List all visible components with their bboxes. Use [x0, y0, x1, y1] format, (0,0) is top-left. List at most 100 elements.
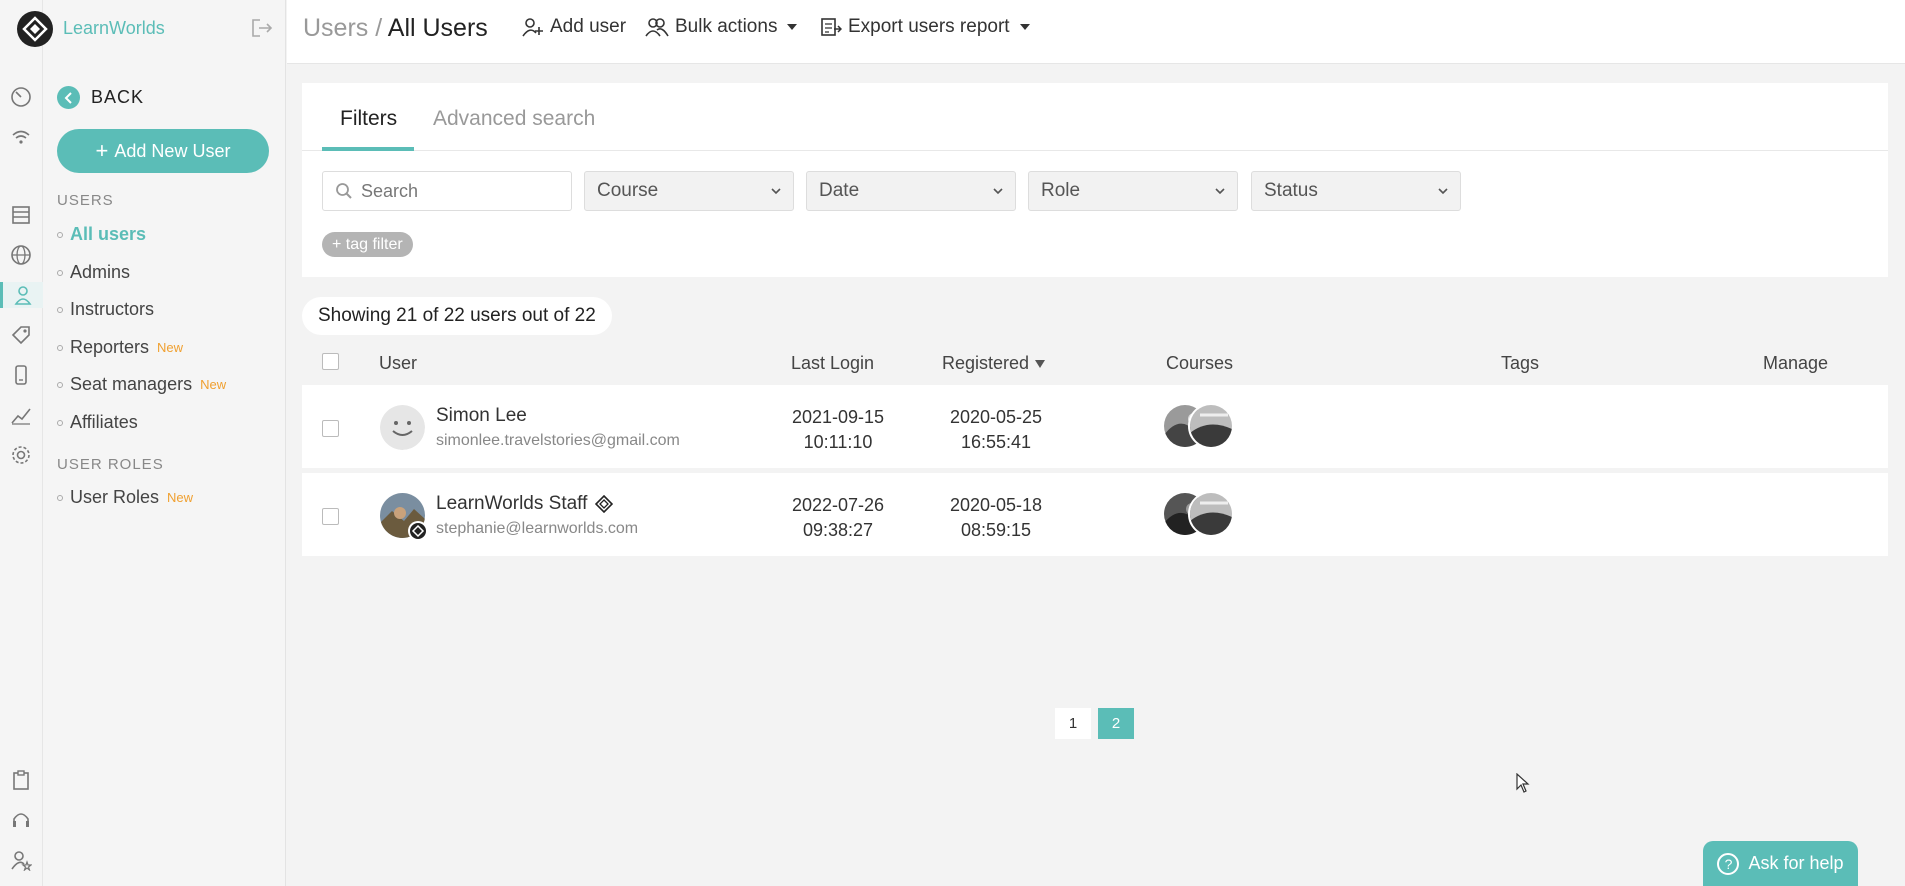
status-filter-label: Status	[1264, 180, 1318, 201]
breadcrumb: Users / All Users	[303, 14, 488, 43]
icon-rail	[0, 0, 43, 886]
users-icon[interactable]	[0, 282, 43, 308]
sidebar-item-label: Admins	[70, 262, 131, 282]
sidebar-item-seat-managers[interactable]: Seat managers New	[57, 374, 226, 395]
avatar[interactable]	[380, 405, 425, 450]
content-icon[interactable]	[8, 202, 34, 228]
search-input[interactable]	[361, 180, 551, 202]
tag-icon[interactable]	[8, 322, 34, 348]
mobile-icon[interactable]	[8, 362, 34, 388]
status-filter-select[interactable]: Status	[1251, 171, 1461, 211]
logout-icon[interactable]	[251, 18, 273, 43]
checkbox-box	[322, 353, 339, 370]
bullet-icon	[57, 494, 63, 501]
add-new-user-label: Add New User	[114, 140, 231, 161]
date-filter-select[interactable]: Date	[806, 171, 1016, 211]
last-login-time: 09:38:27	[802, 520, 874, 540]
section-users-heading: USERS	[57, 192, 114, 209]
export-users-report-button[interactable]: Export users report	[820, 16, 1030, 38]
sidebar-item-user-roles[interactable]: User Roles New	[57, 487, 193, 508]
course-thumbnails[interactable]	[1162, 403, 1242, 451]
bullet-icon	[57, 269, 63, 276]
course-thumbnail[interactable]	[1188, 491, 1234, 537]
chevron-down-icon	[771, 187, 781, 194]
column-registered-label: Registered	[942, 353, 1030, 373]
row-checkbox[interactable]	[322, 508, 339, 525]
column-user[interactable]: User	[379, 353, 417, 374]
column-registered[interactable]: Registered	[942, 353, 1046, 374]
user-name[interactable]: LearnWorlds Staff	[436, 493, 587, 515]
export-users-report-label: Export users report	[848, 16, 1010, 37]
bullet-icon	[57, 344, 63, 351]
sidebar-item-label: Seat managers	[70, 374, 193, 394]
brand-name: LearnWorlds	[63, 18, 165, 38]
analytics-icon[interactable]	[8, 402, 34, 428]
sidebar-item-instructors[interactable]: Instructors	[57, 299, 154, 320]
tab-advanced-search[interactable]: Advanced search	[433, 107, 595, 131]
chevron-down-icon	[1215, 187, 1225, 194]
results-summary: Showing 21 of 22 users out of 22	[302, 297, 612, 335]
user-name-wrapper[interactable]: LearnWorlds Staff	[436, 493, 614, 515]
new-badge: New	[167, 490, 194, 505]
sidebar-item-admins[interactable]: Admins	[57, 262, 130, 283]
registered: 2020-05-25 16:55:41	[936, 405, 1056, 455]
search-icon	[336, 183, 352, 199]
users-table-header: User Last Login Registered Courses Tags …	[302, 344, 1888, 380]
dashboard-icon[interactable]	[8, 84, 34, 110]
bulk-actions-button[interactable]: Bulk actions	[645, 16, 798, 38]
select-all-checkbox[interactable]	[322, 353, 339, 370]
page-2-button[interactable]: 2	[1098, 708, 1134, 739]
table-row[interactable]: Simon Lee simonlee.travelstories@gmail.c…	[302, 385, 1888, 468]
sidebar-item-label: User Roles	[70, 487, 160, 507]
globe-icon[interactable]	[8, 242, 34, 268]
settings-icon[interactable]	[8, 442, 34, 468]
help-question-icon: ?	[1717, 852, 1740, 875]
last-login-date: 2022-07-26	[791, 495, 885, 515]
ask-for-help-button[interactable]: ? Ask for help	[1703, 841, 1858, 886]
bullet-icon	[57, 381, 63, 388]
user-star-icon[interactable]	[8, 847, 34, 873]
back-label: BACK	[91, 87, 145, 107]
wifi-icon[interactable]	[8, 124, 34, 150]
column-last-login[interactable]: Last Login	[791, 353, 874, 374]
support-icon[interactable]	[8, 807, 34, 833]
staff-badge-icon	[408, 521, 428, 541]
user-name[interactable]: Simon Lee	[436, 405, 527, 427]
add-new-user-button[interactable]: + Add New User	[57, 129, 269, 173]
sidebar-item-all-users[interactable]: All users	[57, 224, 146, 245]
section-roles-heading: USER ROLES	[57, 456, 164, 473]
chevron-down-icon	[993, 187, 1003, 194]
clipboard-icon[interactable]	[8, 767, 34, 793]
ask-for-help-label: Ask for help	[1748, 853, 1844, 873]
course-thumbnails[interactable]	[1162, 491, 1242, 539]
last-login-time: 10:11:10	[803, 432, 873, 452]
role-filter-label: Role	[1041, 180, 1081, 201]
table-row[interactable]: LearnWorlds Staff stephanie@learnworlds.…	[302, 473, 1888, 556]
avatar[interactable]	[380, 493, 428, 541]
new-badge: New	[200, 377, 227, 392]
tab-filters[interactable]: Filters	[340, 107, 397, 131]
course-thumbnail[interactable]	[1188, 403, 1234, 449]
tag-filter-button[interactable]: + tag filter	[322, 232, 413, 257]
smiley-avatar-icon	[380, 405, 425, 450]
search-field[interactable]	[322, 171, 572, 211]
brand-logo[interactable]	[16, 10, 54, 48]
bullet-icon	[57, 419, 63, 426]
row-checkbox[interactable]	[322, 420, 339, 437]
sort-desc-icon	[1035, 359, 1046, 368]
back-button[interactable]: BACK	[57, 86, 144, 109]
filters-panel: Filters Advanced search Course Date Role…	[302, 83, 1888, 277]
bulk-actions-label: Bulk actions	[675, 16, 778, 37]
last-login-date: 2021-09-15	[791, 407, 885, 427]
add-user-button[interactable]: Add user	[522, 16, 626, 38]
active-tab-indicator	[322, 147, 414, 151]
breadcrumb-root[interactable]: Users /	[303, 14, 382, 42]
last-login: 2021-09-15 10:11:10	[778, 405, 898, 455]
page-1-button[interactable]: 1	[1055, 708, 1091, 739]
top-bar: Users / All Users Add user Bulk actions …	[287, 0, 1905, 64]
sidebar-item-affiliates[interactable]: Affiliates	[57, 412, 138, 433]
role-filter-select[interactable]: Role	[1028, 171, 1238, 211]
registered-time: 16:55:41	[960, 432, 1032, 452]
course-filter-select[interactable]: Course	[584, 171, 794, 211]
sidebar-item-reporters[interactable]: Reporters New	[57, 337, 183, 358]
